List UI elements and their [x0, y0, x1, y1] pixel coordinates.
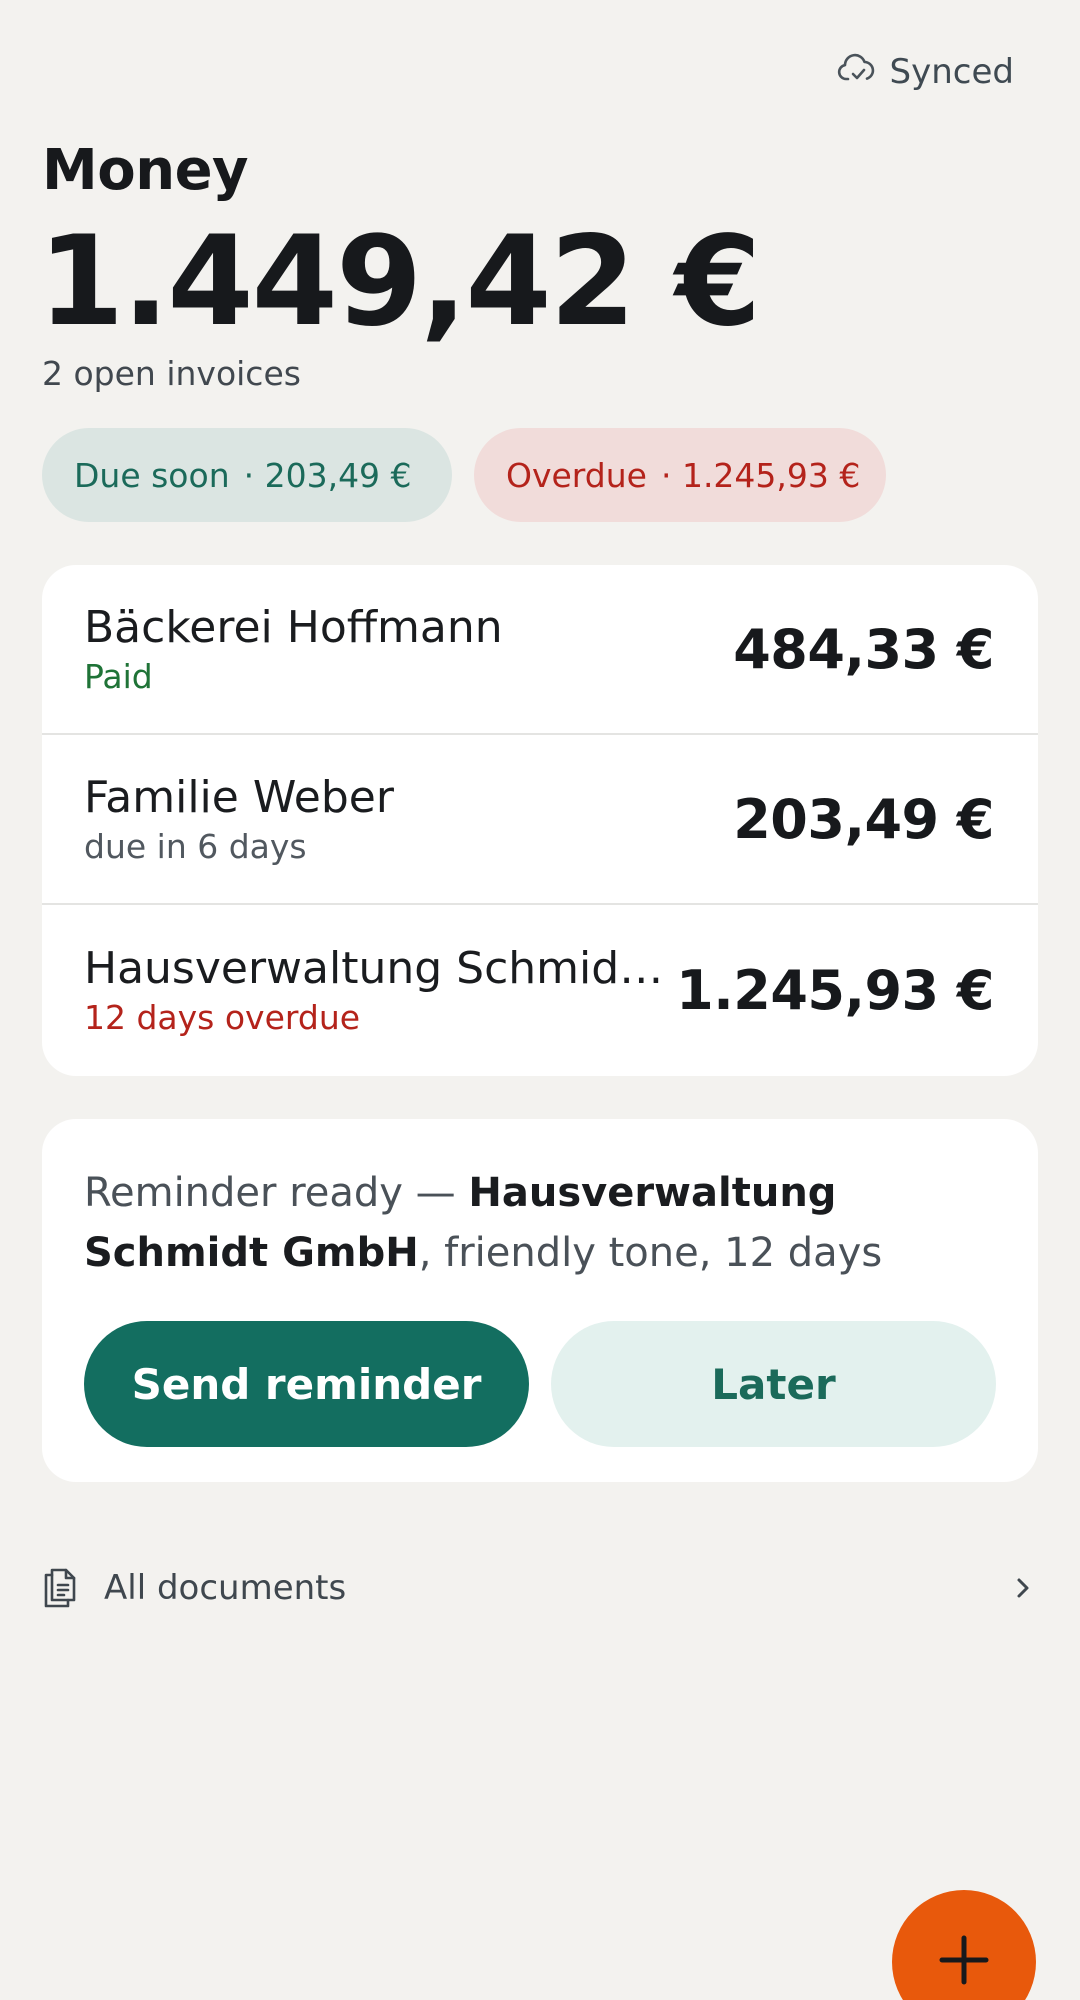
due-soon-label: Due soon	[74, 455, 230, 495]
due-soon-amount: · 203,49 €	[243, 455, 412, 495]
invoice-client-name: Hausverwaltung Schmidt GmbH	[84, 943, 674, 994]
invoice-amount: 1.245,93 €	[676, 958, 994, 1022]
invoice-status: Paid	[84, 657, 153, 696]
chevron-right-icon	[1008, 1573, 1038, 1603]
reminder-card: Reminder ready — Hausverwaltung Schmidt …	[42, 1119, 1038, 1482]
cloud-check-icon	[836, 48, 876, 97]
reminder-prefix: Reminder ready —	[84, 1170, 469, 1216]
document-icon	[42, 1566, 82, 1610]
due-soon-chip[interactable]: Due soon · 203,49 €	[42, 428, 452, 522]
overdue-chip[interactable]: Overdue · 1.245,93 €	[474, 428, 886, 522]
all-documents-label: All documents	[104, 1568, 347, 1608]
overdue-label: Overdue	[506, 455, 647, 495]
reminder-suffix: , friendly tone, 12 days	[418, 1230, 883, 1276]
invoice-client-name: Bäckerei Hoffmann	[84, 602, 503, 653]
invoice-list: Bäckerei Hoffmann Paid 484,33 € Familie …	[42, 565, 1038, 1076]
later-button[interactable]: Later	[551, 1321, 996, 1447]
total-balance: 1.449,42 €	[38, 210, 761, 354]
open-invoices-count: 2 open invoices	[42, 354, 301, 393]
reminder-message: Reminder ready — Hausverwaltung Schmidt …	[84, 1163, 996, 1283]
invoice-amount: 484,33 €	[733, 617, 994, 681]
money-screen: Synced Money 1.449,42 € 2 open invoices …	[0, 0, 1080, 2000]
invoice-row[interactable]: Hausverwaltung Schmidt GmbH 12 days over…	[42, 905, 1038, 1075]
sync-status[interactable]: Synced	[836, 50, 1014, 94]
invoice-status: due in 6 days	[84, 827, 307, 866]
page-title: Money	[42, 138, 249, 203]
invoice-row[interactable]: Familie Weber due in 6 days 203,49 €	[42, 735, 1038, 905]
overdue-amount: · 1.245,93 €	[660, 455, 861, 495]
all-documents-link[interactable]: All documents	[42, 1560, 1038, 1616]
add-button[interactable]	[892, 1890, 1036, 2000]
filter-chips: Due soon · 203,49 € Overdue · 1.245,93 €	[42, 428, 886, 522]
send-reminder-button[interactable]: Send reminder	[84, 1321, 529, 1447]
invoice-amount: 203,49 €	[733, 787, 994, 851]
invoice-client-name: Familie Weber	[84, 772, 394, 823]
sync-label: Synced	[889, 52, 1014, 92]
invoice-status: 12 days overdue	[84, 998, 361, 1037]
plus-icon	[936, 1932, 992, 1992]
invoice-row[interactable]: Bäckerei Hoffmann Paid 484,33 €	[42, 565, 1038, 735]
